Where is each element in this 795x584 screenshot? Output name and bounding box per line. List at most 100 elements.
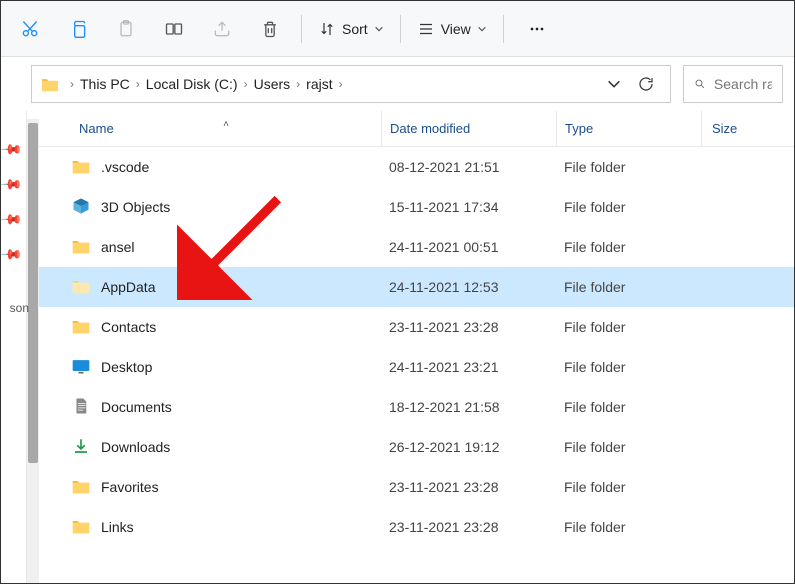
scrollbar-thumb[interactable] — [28, 123, 38, 463]
file-row[interactable]: AppData 24-11-2021 12:53File folder — [39, 267, 794, 307]
view-dropdown[interactable]: View — [409, 9, 495, 49]
chevron-right-icon[interactable]: › — [68, 77, 76, 91]
file-icon — [71, 477, 91, 498]
file-icon — [71, 437, 91, 458]
file-name-cell: Documents — [71, 397, 381, 418]
file-name: Contacts — [101, 319, 156, 335]
file-row[interactable]: Documents 18-12-2021 21:58File folder — [39, 387, 794, 427]
file-row[interactable]: .vscode08-12-2021 21:51File folder — [39, 147, 794, 187]
rename-button[interactable] — [151, 9, 197, 49]
file-list-pane: ˄ Name Date modified Type Size .vscode 08… — [39, 111, 794, 583]
file-date: 26-12-2021 19:12 — [381, 439, 556, 455]
view-label: View — [441, 21, 471, 37]
file-name: ansel — [101, 239, 134, 255]
file-row[interactable]: Favorites 23-11-2021 23:28File folder — [39, 467, 794, 507]
file-date: 23-11-2021 23:28 — [381, 319, 556, 335]
refresh-button[interactable] — [630, 75, 662, 93]
chevron-right-icon[interactable]: › — [134, 77, 142, 91]
content-area: 📌 📌 📌 📌 son ˄ Name Date modified Type Si… — [1, 111, 794, 583]
file-icon — [71, 317, 91, 338]
search-input[interactable] — [714, 76, 772, 92]
sidebar-cut-text: son — [0, 301, 29, 315]
column-name[interactable]: ˄ Name — [71, 121, 381, 136]
file-list: .vscode 08-12-2021 21:51 File folder 3D Obj… — [39, 147, 794, 547]
file-name: Documents — [101, 399, 172, 415]
file-name-cell: AppData — [71, 277, 381, 298]
file-name-cell: ansel — [71, 237, 381, 258]
crumb-local-disk[interactable]: Local Disk (C:) — [142, 76, 242, 92]
file-name-cell: Desktop — [71, 357, 381, 378]
column-type[interactable]: Type — [556, 111, 701, 146]
more-button[interactable] — [512, 9, 562, 49]
sort-label: Sort — [342, 21, 368, 37]
chevron-right-icon[interactable]: › — [294, 77, 302, 91]
separator — [301, 15, 302, 43]
file-name: Desktop — [101, 359, 152, 375]
file-type: File folder — [556, 439, 701, 455]
separator — [503, 15, 504, 43]
breadcrumb-bar[interactable]: › This PC › Local Disk (C:) › Users › ra… — [31, 65, 671, 103]
file-name: Favorites — [101, 479, 159, 495]
delete-button[interactable] — [247, 9, 293, 49]
file-icon — [71, 517, 91, 538]
file-name: AppData — [101, 279, 155, 295]
file-icon — [71, 157, 91, 178]
file-row[interactable]: Downloads 26-12-2021 19:12File folder — [39, 427, 794, 467]
crumb-current[interactable]: rajst — [302, 76, 336, 92]
toolbar: Sort View — [1, 1, 794, 57]
nav-sidebar[interactable]: 📌 📌 📌 📌 son — [1, 111, 27, 583]
crumb-users[interactable]: Users — [250, 76, 295, 92]
file-row[interactable]: Contacts 23-11-2021 23:28File folder — [39, 307, 794, 347]
column-date[interactable]: Date modified — [381, 111, 556, 146]
folder-icon — [40, 76, 60, 92]
file-type: File folder — [556, 359, 701, 375]
sort-indicator: ˄ — [223, 119, 229, 130]
view-icon — [417, 20, 435, 38]
file-date: 24-11-2021 00:51 — [381, 239, 556, 255]
sort-dropdown[interactable]: Sort — [310, 9, 392, 49]
file-icon — [71, 357, 91, 378]
file-name-cell: .vscode — [71, 157, 381, 178]
file-name-cell: Links — [71, 517, 381, 538]
file-date: 23-11-2021 23:28 — [381, 519, 556, 535]
history-dropdown[interactable] — [598, 76, 630, 92]
file-date: 18-12-2021 21:58 — [381, 399, 556, 415]
nav-scrollbar[interactable] — [27, 119, 39, 583]
paste-button[interactable] — [103, 9, 149, 49]
file-row[interactable]: Desktop 24-11-2021 23:21File folder — [39, 347, 794, 387]
search-icon — [694, 76, 706, 92]
search-box[interactable] — [683, 65, 783, 103]
file-date: 23-11-2021 23:28 — [381, 479, 556, 495]
sort-icon — [318, 20, 336, 38]
file-row[interactable]: 3D Objects15-11-2021 17:34File folder — [39, 187, 794, 227]
pin-icon: 📌 — [0, 172, 23, 196]
pin-icon: 📌 — [0, 207, 23, 231]
file-type: File folder — [556, 319, 701, 335]
file-name-cell: Downloads — [71, 437, 381, 458]
file-icon — [71, 397, 91, 418]
file-type: File folder — [556, 399, 701, 415]
chevron-right-icon[interactable]: › — [242, 77, 250, 91]
file-date: 24-11-2021 12:53 — [381, 279, 556, 295]
file-date: 08-12-2021 21:51 — [381, 159, 556, 175]
file-type: File folder — [556, 239, 701, 255]
cut-button[interactable] — [7, 9, 53, 49]
file-name-cell: Contacts — [71, 317, 381, 338]
share-button[interactable] — [199, 9, 245, 49]
file-name: 3D Objects — [101, 199, 170, 215]
column-size[interactable]: Size — [701, 111, 745, 146]
copy-button[interactable] — [55, 9, 101, 49]
file-name: .vscode — [101, 159, 149, 175]
file-name: Downloads — [101, 439, 170, 455]
file-type: File folder — [556, 279, 701, 295]
file-type: File folder — [556, 479, 701, 495]
file-icon — [71, 237, 91, 258]
address-row: › This PC › Local Disk (C:) › Users › ra… — [1, 57, 794, 111]
crumb-this-pc[interactable]: This PC — [76, 76, 134, 92]
file-row[interactable]: ansel 24-11-2021 00:51File folder — [39, 227, 794, 267]
chevron-down-icon — [374, 24, 384, 34]
file-date: 24-11-2021 23:21 — [381, 359, 556, 375]
chevron-right-icon[interactable]: › — [337, 77, 345, 91]
pin-icon: 📌 — [0, 242, 23, 266]
file-row[interactable]: Links23-11-2021 23:28File folder — [39, 507, 794, 547]
